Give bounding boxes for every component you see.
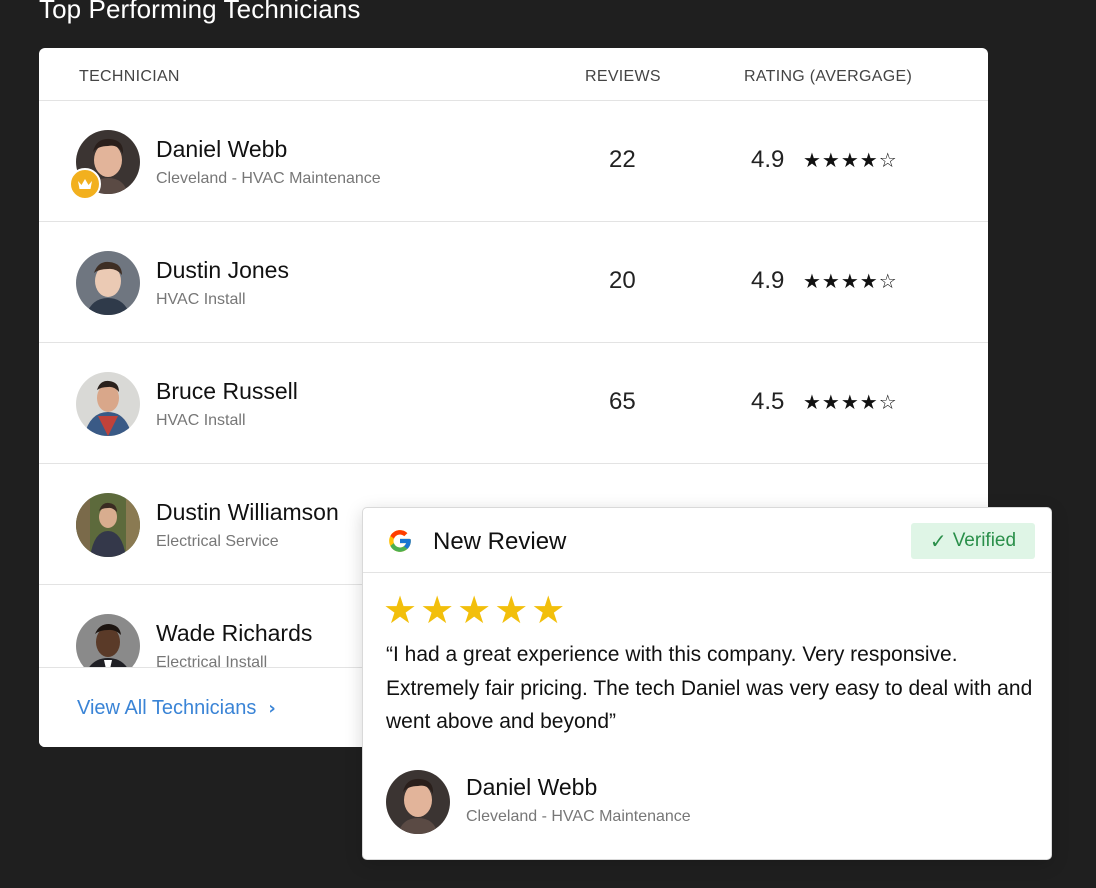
rating-stars: ★★★★☆: [803, 269, 898, 293]
view-all-label: View All Technicians: [77, 697, 257, 719]
avatar: [76, 372, 140, 436]
crown-badge: [69, 168, 101, 200]
technician-location: HVAC Install: [156, 412, 246, 429]
header-technician: TECHNICIAN: [79, 68, 180, 85]
rating-stars: ★★★★☆: [803, 148, 898, 172]
verified-label: Verified: [952, 530, 1017, 551]
google-icon: [389, 530, 411, 552]
technician-location: Electrical Install: [156, 654, 268, 667]
header-reviews: REVIEWS: [585, 68, 661, 85]
verified-badge: ✓ Verified: [911, 523, 1035, 559]
technician-name: Wade Richards: [156, 620, 313, 646]
chevron-right-icon: ›: [268, 698, 276, 719]
technician-name: Bruce Russell: [156, 378, 298, 404]
technician-location: Electrical Service: [156, 533, 279, 550]
reviewer-name: Daniel Webb: [466, 774, 598, 800]
reviewer-avatar: [386, 770, 450, 834]
table-header: TECHNICIAN REVIEWS RATING (AVERGAGE): [39, 48, 988, 101]
technician-location: Cleveland - HVAC Maintenance: [156, 170, 381, 187]
rating-stars: ★★★★☆: [803, 390, 898, 414]
technician-name: Dustin Jones: [156, 257, 289, 283]
table-row[interactable]: Daniel Webb Cleveland - HVAC Maintenance…: [39, 101, 988, 222]
avatar: [76, 493, 140, 557]
technician-name: Daniel Webb: [156, 136, 288, 162]
avatar: [76, 251, 140, 315]
table-row[interactable]: Bruce Russell HVAC Install 65 4.5 ★★★★☆: [39, 343, 988, 464]
review-title: New Review: [433, 528, 567, 555]
review-count: 20: [609, 267, 636, 294]
reviewer-location: Cleveland - HVAC Maintenance: [466, 808, 691, 825]
header-rating: RATING (AVERGAGE): [744, 68, 913, 85]
avatar: [76, 614, 140, 667]
page-title: Top Performing Technicians: [39, 0, 361, 24]
table-row[interactable]: Dustin Jones HVAC Install 20 4.9 ★★★★☆: [39, 222, 988, 343]
rating-value: 4.5: [751, 388, 785, 415]
crown-icon: [78, 179, 92, 189]
review-count: 65: [609, 388, 636, 415]
review-quote: “I had a great experience with this comp…: [386, 643, 1033, 733]
technician-location: HVAC Install: [156, 291, 246, 308]
view-all-technicians-link[interactable]: View All Technicians ›: [77, 697, 276, 720]
review-count: 22: [609, 146, 636, 173]
technician-name: Dustin Williamson: [156, 499, 339, 525]
review-header: New Review ✓ Verified: [363, 508, 1051, 573]
new-review-card: New Review ✓ Verified ★★★★★ “I had a gre…: [363, 508, 1051, 859]
review-stars: ★★★★★: [383, 588, 569, 632]
rating-value: 4.9: [751, 146, 785, 173]
rating-value: 4.9: [751, 267, 785, 294]
check-icon: ✓: [929, 529, 947, 553]
